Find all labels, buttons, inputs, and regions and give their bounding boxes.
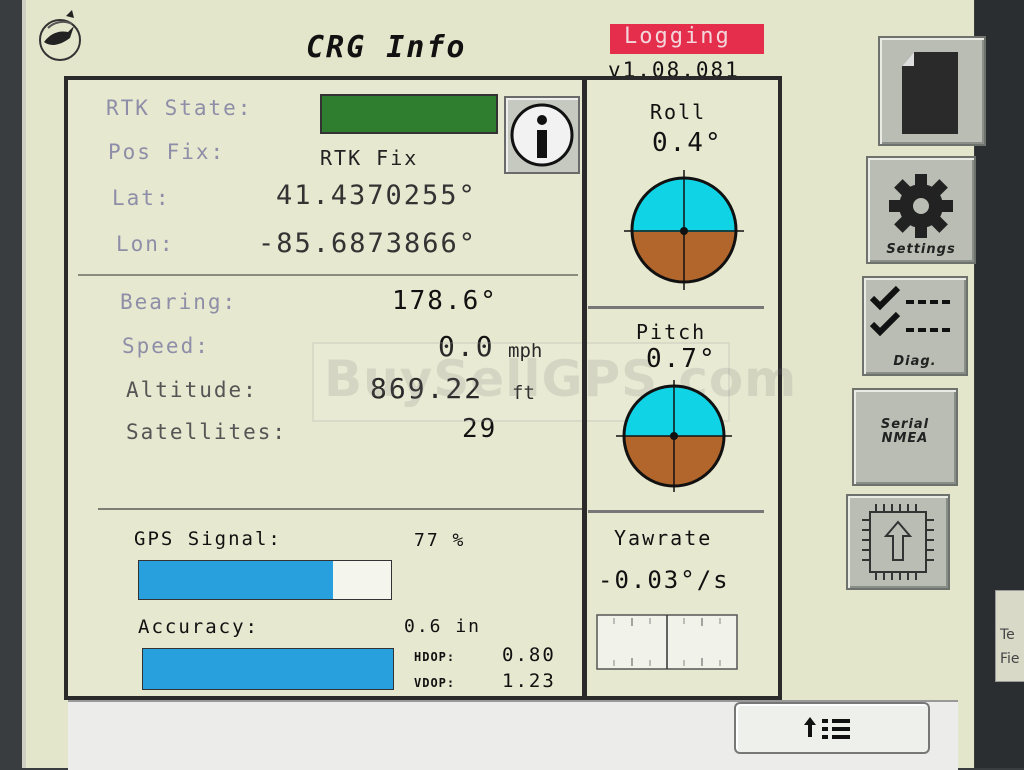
logo-icon — [36, 8, 86, 64]
sidebar-item-upload[interactable] — [846, 494, 950, 590]
edge-text: Fie — [1000, 651, 1020, 667]
gear-icon — [889, 174, 953, 238]
diag-label: Diag. — [893, 354, 937, 369]
yawrate-scale — [596, 614, 738, 670]
vdop-label: VDOP: — [414, 676, 456, 690]
lat-label: Lat: — [112, 186, 171, 210]
vertical-divider — [582, 80, 587, 696]
upload-chip-icon — [862, 504, 934, 580]
serial-nmea-label: Serial NMEA — [880, 417, 930, 446]
background-edge-panel: Te Fie — [995, 590, 1024, 682]
page-title: CRG Info — [306, 30, 467, 65]
pos-fix-label: Pos Fix: — [108, 140, 226, 164]
accuracy-value: 0.6 in — [404, 616, 482, 637]
info-icon — [510, 103, 574, 167]
altitude-label: Altitude: — [126, 378, 258, 402]
hdop-value: 0.80 — [502, 644, 556, 666]
section-divider — [588, 510, 764, 513]
settings-label: Settings — [886, 242, 956, 257]
yawrate-label: Yawrate — [614, 526, 713, 550]
arrow-up-list-icon — [804, 717, 850, 739]
gps-signal-value: 77 % — [414, 530, 466, 551]
accuracy-bar — [142, 648, 394, 690]
checklist-icon — [869, 285, 950, 337]
lat-value: 41.4370255° — [276, 180, 477, 211]
speed-label: Speed: — [122, 334, 210, 358]
pos-fix-value: RTK Fix — [320, 146, 419, 170]
logging-badge: Logging — [610, 24, 764, 54]
roll-label: Roll — [650, 100, 707, 124]
accuracy-bar-fill — [143, 649, 393, 689]
gps-signal-label: GPS Signal: — [134, 528, 282, 550]
section-divider — [78, 274, 578, 276]
satellites-label: Satellites: — [126, 420, 288, 444]
pitch-gauge — [616, 380, 732, 492]
gps-signal-bar — [138, 560, 392, 600]
logging-label: Logging — [624, 24, 731, 49]
roll-value: 0.4° — [652, 128, 723, 158]
nav-menu-button[interactable] — [734, 702, 930, 754]
lon-value: -85.6873866° — [258, 228, 478, 259]
sidebar-item-settings[interactable]: Settings — [866, 156, 976, 264]
hdop-label: HDOP: — [414, 650, 456, 664]
section-divider — [588, 306, 764, 309]
rtk-state-label: RTK State: — [106, 96, 253, 120]
pitch-value: 0.7° — [646, 344, 717, 374]
sidebar-item-serial-nmea[interactable]: Serial NMEA — [852, 388, 958, 486]
section-divider — [98, 508, 582, 510]
roll-gauge — [624, 170, 744, 290]
sidebar-item-diag[interactable]: Diag. — [862, 276, 968, 376]
accuracy-label: Accuracy: — [138, 616, 259, 638]
lon-label: Lon: — [116, 232, 175, 256]
rtk-state-indicator — [320, 94, 498, 134]
vdop-value: 1.23 — [502, 670, 556, 692]
screen: CRG Info Logging v1.08.081 RTK State: Po… — [22, 0, 986, 770]
info-button[interactable] — [504, 96, 580, 174]
document-icon — [902, 52, 958, 134]
yawrate-value: -0.03°/s — [598, 566, 730, 594]
sidebar-item-document[interactable] — [878, 36, 986, 146]
bearing-value: 178.6° — [392, 286, 498, 316]
main-panel: RTK State: Pos Fix: RTK Fix Lat: 41.4370… — [64, 76, 796, 700]
gps-signal-bar-fill — [139, 561, 334, 599]
pitch-label: Pitch — [636, 320, 707, 344]
edge-text: Te — [1000, 627, 1015, 643]
bearing-label: Bearing: — [120, 290, 238, 314]
